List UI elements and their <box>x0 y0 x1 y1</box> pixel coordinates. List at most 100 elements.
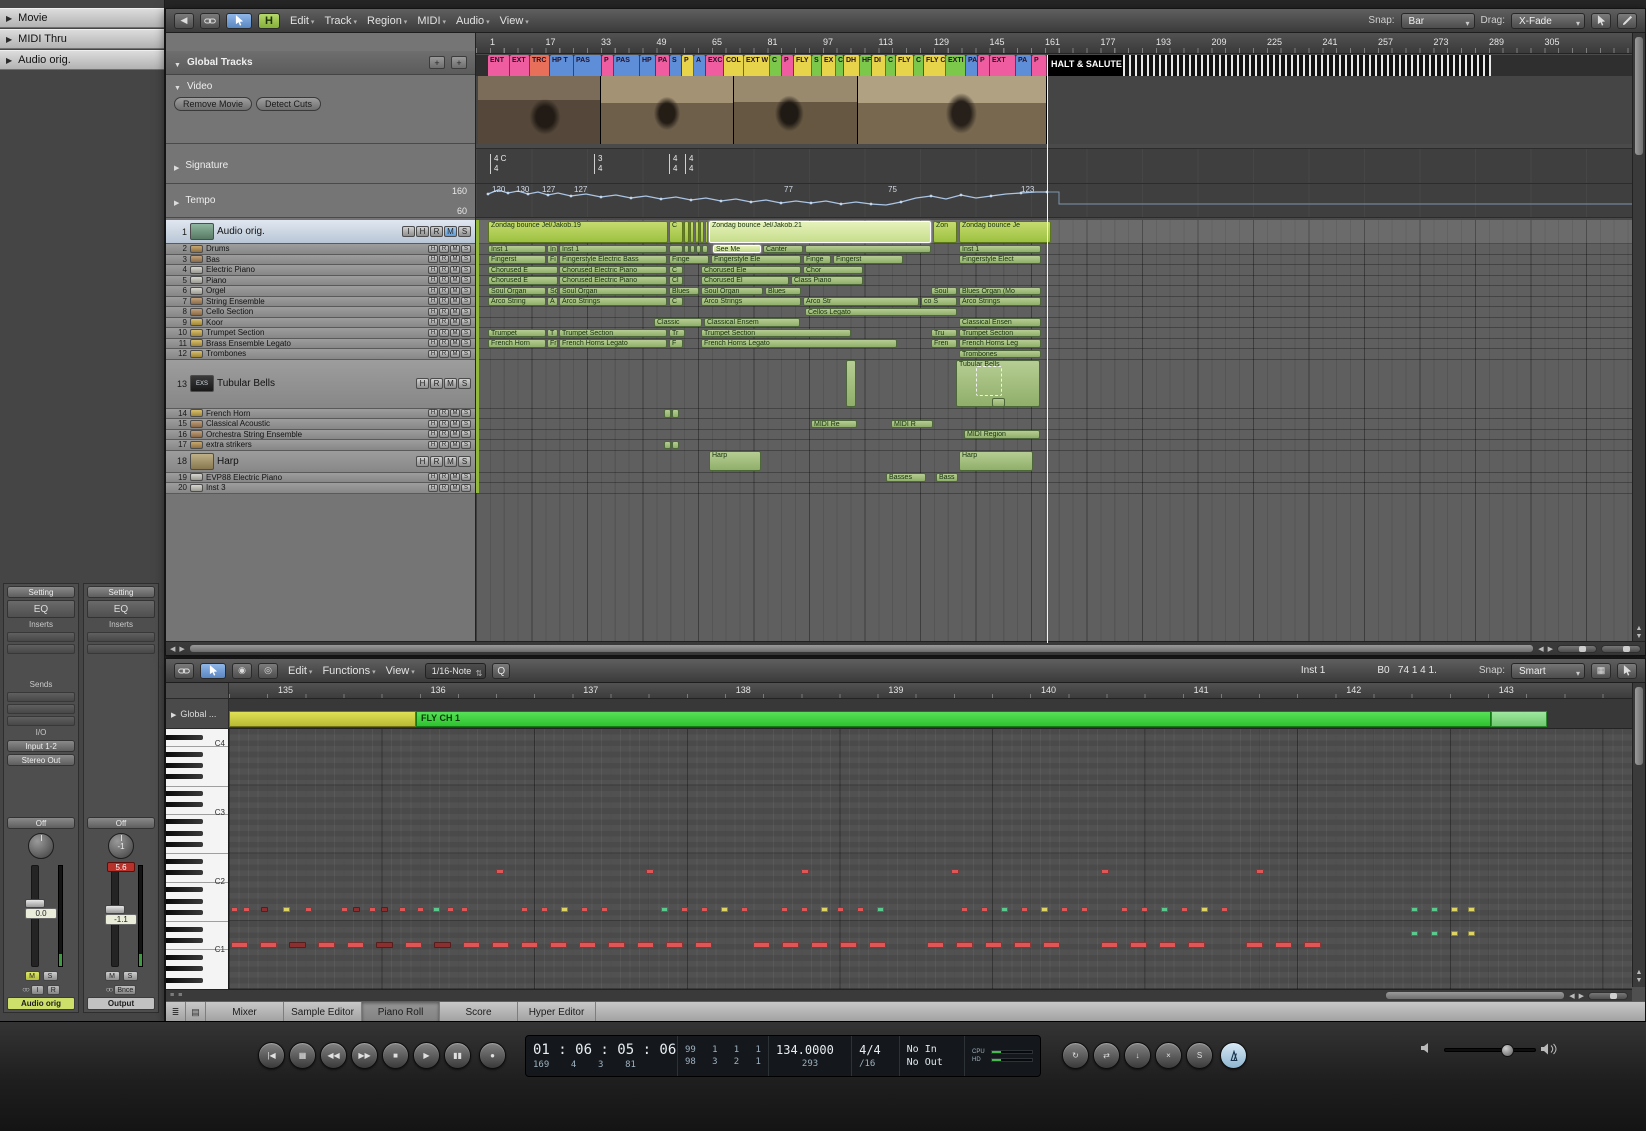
region[interactable]: T <box>547 329 558 338</box>
track-h-button[interactable]: H <box>416 378 429 389</box>
send-slot[interactable] <box>7 704 75 714</box>
midi-note[interactable] <box>811 942 828 948</box>
track-h-button[interactable]: H <box>428 308 438 316</box>
link-icon[interactable] <box>174 663 194 679</box>
region[interactable] <box>976 366 1002 396</box>
tab-mixer[interactable]: Mixer <box>206 1002 284 1022</box>
midi-note[interactable] <box>1121 907 1128 912</box>
fader-thumb[interactable] <box>25 899 45 908</box>
song-position-button[interactable]: ▦ <box>289 1042 316 1069</box>
region[interactable]: Chor <box>803 266 863 275</box>
region[interactable]: Zondag bounce Je <box>959 221 1051 243</box>
region[interactable]: Trumpet Section <box>959 329 1041 338</box>
midi-note[interactable] <box>521 942 538 948</box>
record-enable-button[interactable]: R <box>47 985 60 995</box>
marker-pas[interactable]: PAS <box>574 55 602 76</box>
track-r-button[interactable]: R <box>430 378 443 389</box>
add-track-menu-button[interactable]: + <box>451 56 467 69</box>
quantize-button[interactable]: Q <box>492 663 510 679</box>
black-key[interactable] <box>166 819 203 824</box>
bar-ruler[interactable]: 1173349658197113129145161177193209225241… <box>476 33 1632 54</box>
detect-cuts-button[interactable]: Detect Cuts <box>256 97 321 111</box>
midi-note[interactable] <box>1451 931 1458 936</box>
vertical-scrollbar[interactable]: ▲▼ <box>1632 683 1645 987</box>
resize-icon[interactable]: ≡ <box>170 992 174 999</box>
midi-note[interactable] <box>1256 869 1264 874</box>
region[interactable]: Cellos Legato <box>805 308 957 317</box>
track-h-button[interactable]: H <box>428 430 438 438</box>
tempo-track-header[interactable]: Tempo 160 60 <box>166 184 475 218</box>
marker-region-light[interactable] <box>1491 711 1547 727</box>
track-s-button[interactable]: S <box>461 266 471 274</box>
midi-note[interactable] <box>801 869 809 874</box>
track-r-button[interactable]: R <box>439 430 449 438</box>
track-r-button[interactable]: R <box>439 339 449 347</box>
track-header-14[interactable]: 14French HornHRMS <box>166 409 475 420</box>
insert-slot[interactable] <box>7 632 75 642</box>
track-h-button[interactable]: H <box>416 226 429 237</box>
solo-button[interactable]: S <box>43 971 58 981</box>
menu-functions[interactable]: Functions <box>318 664 379 678</box>
scrollbar-thumb[interactable] <box>1634 36 1644 156</box>
note-grid[interactable] <box>229 729 1632 989</box>
midi-note[interactable] <box>341 907 348 912</box>
midi-in-icon[interactable]: ◉ <box>232 663 252 679</box>
region[interactable]: MIDI R <box>891 420 933 429</box>
autopunch-button[interactable]: ⇄ <box>1093 1042 1120 1069</box>
marker-p[interactable]: P <box>978 55 990 76</box>
scrollbar-thumb[interactable] <box>189 644 1534 653</box>
track-h-button[interactable]: H <box>428 420 438 428</box>
eq-display[interactable]: EQ <box>87 600 155 618</box>
track-h-button[interactable]: H <box>428 484 438 492</box>
region[interactable]: French Horns Leg <box>959 339 1041 348</box>
tab-score[interactable]: Score <box>440 1002 518 1022</box>
menu-view[interactable]: View <box>382 664 419 678</box>
marker-hp-t[interactable]: HP T <box>550 55 574 76</box>
marker-pa[interactable]: PA <box>1016 55 1032 76</box>
bounce-button[interactable]: Bnce <box>114 985 136 995</box>
piano-keyboard[interactable]: C4C3C2C1 <box>166 729 229 989</box>
midi-note[interactable] <box>399 907 406 912</box>
rewind-button[interactable]: ◀◀ <box>320 1042 347 1069</box>
midi-note[interactable] <box>521 907 528 912</box>
panel-movie[interactable]: ▶Movie <box>0 8 164 28</box>
metronome-button[interactable] <box>1220 1042 1247 1069</box>
back-icon[interactable]: ◀ <box>174 13 194 29</box>
mute-button[interactable]: M <box>25 971 40 981</box>
region[interactable]: Chorused E <box>488 276 558 285</box>
region[interactable] <box>695 221 699 243</box>
track-h-button[interactable]: H <box>428 350 438 358</box>
region[interactable]: Tru <box>931 329 957 338</box>
track-s-button[interactable]: S <box>461 329 471 337</box>
midi-note[interactable] <box>1431 931 1438 936</box>
marker-p[interactable]: P <box>682 55 694 76</box>
track-m-button[interactable]: M <box>450 297 460 305</box>
region[interactable]: C <box>669 221 683 243</box>
black-key[interactable] <box>166 842 203 847</box>
horizontal-scrollbar[interactable]: ◀ ▶ ◀ ▶ <box>166 641 1645 655</box>
region[interactable]: Zon <box>933 221 957 243</box>
region[interactable]: French Horn <box>488 339 546 348</box>
midi-note[interactable] <box>1130 942 1147 948</box>
link-icon[interactable] <box>200 13 220 29</box>
track-header-7[interactable]: 7String EnsembleHRMS <box>166 297 475 308</box>
midi-note[interactable] <box>353 907 360 912</box>
region[interactable] <box>700 221 704 243</box>
marker-hp[interactable]: HP <box>640 55 656 76</box>
track-m-button[interactable]: M <box>450 350 460 358</box>
region[interactable]: A <box>547 297 558 306</box>
midi-note[interactable] <box>857 907 864 912</box>
vertical-scrollbar[interactable]: ▲▼ <box>1632 33 1645 643</box>
track-header-12[interactable]: 12TrombonesHRMS <box>166 349 475 360</box>
region[interactable]: Chorused El <box>701 276 789 285</box>
track-r-button[interactable]: R <box>439 266 449 274</box>
midi-note[interactable] <box>1411 931 1418 936</box>
region[interactable]: Classic <box>654 318 702 327</box>
region[interactable]: Canter <box>763 245 803 254</box>
midi-note[interactable] <box>782 942 799 948</box>
region[interactable] <box>690 221 694 243</box>
sync-button[interactable]: × <box>1155 1042 1182 1069</box>
track-r-button[interactable]: R <box>439 409 449 417</box>
signature-track-header[interactable]: Signature <box>166 148 475 184</box>
midi-out-icon[interactable]: ◎ <box>258 663 278 679</box>
